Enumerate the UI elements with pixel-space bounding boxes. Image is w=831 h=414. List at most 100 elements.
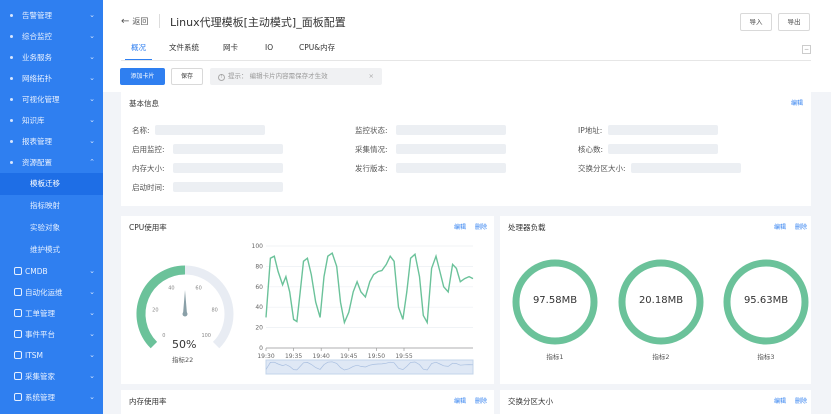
tab-io[interactable]: IO — [265, 38, 273, 58]
gauge-tick-label: 80 — [211, 307, 217, 313]
sidebar-item-11[interactable]: 维护模式 — [0, 239, 103, 261]
tip-text: 提示： 编辑卡片内容需保存才生效 — [228, 72, 328, 80]
field-release-label: 发行版本: — [355, 164, 388, 173]
field-value — [173, 182, 283, 192]
sidebar-item-label: 业务服务 — [22, 53, 52, 62]
page-header: ← 返回 Linux代理模板[主动模式]_面板配置 导入 导出 概况 文件系统 网… — [103, 0, 831, 92]
y-tick-label: 20 — [255, 325, 263, 332]
chevron-down-icon: ⌄ — [89, 309, 95, 317]
swap-size-card: 交换分区大小 编辑 删除 — [500, 390, 811, 414]
bullet-icon — [10, 14, 13, 17]
sidebar-item-label: 事件平台 — [25, 330, 55, 339]
chevron-down-icon: ⌄ — [89, 393, 95, 401]
add-card-button[interactable]: 添加卡片 — [120, 68, 165, 85]
sidebar-item-10[interactable]: 实验对象 — [0, 217, 103, 239]
delete-link[interactable]: 删除 — [795, 396, 807, 405]
sidebar-item-13[interactable]: 自动化运维 ⌄ — [0, 282, 103, 303]
sidebar-item-18[interactable]: 系统管理 ⌄ — [0, 387, 103, 408]
sidebar-item-label: ITSM — [25, 351, 44, 360]
sidebar-item-8[interactable]: 模板迁移 — [0, 173, 103, 195]
chevron-down-icon: ⌄ — [89, 267, 95, 275]
tab-divider — [121, 60, 811, 61]
sidebar-item-7[interactable]: 资源配置 ⌃ — [0, 152, 103, 173]
sidebar-item-1[interactable]: 综合监控 ⌄ — [0, 26, 103, 47]
x-tick-label: 19:40 — [313, 353, 330, 360]
field-value — [155, 125, 265, 135]
gauge-needle — [183, 290, 187, 314]
processor-load-card: 处理器负载 编辑 删除 97.58MB 指标1 20.18MB 指标2 95.6… — [500, 216, 811, 384]
save-button[interactable]: 保存 — [171, 68, 203, 85]
tab-nic[interactable]: 网卡 — [223, 38, 238, 58]
field-value — [396, 144, 506, 154]
sidebar-item-14[interactable]: 工单管理 ⌄ — [0, 303, 103, 324]
edit-link[interactable]: 编辑 — [454, 396, 466, 405]
delete-link[interactable]: 删除 — [475, 222, 487, 231]
close-icon[interactable]: × — [369, 68, 374, 85]
tab-filesystem[interactable]: 文件系统 — [169, 38, 199, 58]
x-tick-label: 19:35 — [285, 353, 302, 360]
back-label: 返回 — [132, 17, 149, 26]
field-monitor-status-label: 监控状态: — [355, 126, 388, 135]
export-button[interactable]: 导出 — [778, 13, 810, 31]
card-title: 交换分区大小 — [508, 397, 553, 406]
edit-link[interactable]: 编辑 — [774, 396, 786, 405]
card-title: 内存使用率 — [129, 397, 167, 406]
sidebar-item-3[interactable]: 网络拓扑 ⌄ — [0, 68, 103, 89]
chevron-down-icon: ⌄ — [89, 53, 95, 61]
field-value — [631, 163, 741, 173]
import-button[interactable]: 导入 — [740, 13, 772, 31]
delete-link[interactable]: 删除 — [475, 396, 487, 405]
ring-value: 20.18MB — [638, 295, 684, 306]
gauge-pivot — [182, 311, 188, 317]
sidebar-item-17[interactable]: 采集管家 ⌄ — [0, 366, 103, 387]
info-icon: ! — [218, 74, 225, 81]
chevron-down-icon: ⌄ — [89, 288, 95, 296]
collapse-icon[interactable]: − — [802, 45, 811, 54]
field-collection-label: 采集情况: — [355, 145, 388, 154]
sidebar-item-16[interactable]: ITSM ⌄ — [0, 345, 103, 366]
tab-cpu-memory[interactable]: CPU&内存 — [299, 38, 335, 58]
back-button[interactable]: ← 返回 — [121, 16, 148, 27]
divider — [159, 14, 160, 28]
cmdb-icon — [14, 267, 22, 275]
x-tick-label: 19:55 — [395, 353, 412, 360]
sidebar-item-9[interactable]: 指标映射 — [0, 195, 103, 217]
gauge-label: 指标22 — [172, 356, 194, 364]
tip-bar: ! 提示： 编辑卡片内容需保存才生效 × — [210, 68, 382, 85]
edit-link[interactable]: 编辑 — [791, 98, 803, 107]
main-content: ← 返回 Linux代理模板[主动模式]_面板配置 导入 导出 概况 文件系统 网… — [103, 0, 831, 414]
gauge-tick-label: 100 — [201, 333, 211, 339]
memory-usage-card: 内存使用率 编辑 删除 — [121, 390, 494, 414]
bullet-icon — [10, 56, 13, 59]
sidebar-item-5[interactable]: 知识库 ⌄ — [0, 110, 103, 131]
collector-icon — [14, 372, 22, 380]
gauge-tick-label: 0 — [162, 333, 165, 339]
sidebar-item-label: 采集管家 — [25, 372, 55, 381]
tab-overview[interactable]: 概况 — [125, 38, 152, 60]
gauge-tick-label: 60 — [195, 285, 201, 291]
sidebar-item-label: 告警管理 — [22, 11, 52, 20]
sidebar-item-15[interactable]: 事件平台 ⌄ — [0, 324, 103, 345]
edit-link[interactable]: 编辑 — [454, 222, 466, 231]
sidebar-item-12[interactable]: CMDB ⌄ — [0, 261, 103, 282]
gauge-value: 50% — [172, 338, 197, 351]
zoom-slider[interactable] — [265, 359, 474, 375]
sidebar-item-0[interactable]: 告警管理 ⌄ — [0, 5, 103, 26]
ticket-icon — [14, 309, 22, 317]
sidebar-item-label: 报表管理 — [22, 137, 52, 146]
chevron-down-icon: ⌄ — [89, 137, 95, 145]
field-value — [608, 144, 718, 154]
page-title: Linux代理模板[主动模式]_面板配置 — [170, 16, 346, 29]
cpu-usage-card: CPU使用率 编辑 删除 0 20 40 60 80 100 50% 指标22 19:30… — [121, 216, 494, 384]
ring-name: 指标2 — [652, 353, 670, 361]
field-swap-label: 交换分区大小: — [578, 164, 626, 173]
sidebar-item-2[interactable]: 业务服务 ⌄ — [0, 47, 103, 68]
y-tick-label: 0 — [259, 345, 263, 352]
chevron-down-icon: ⌄ — [89, 74, 95, 82]
sidebar-item-6[interactable]: 报表管理 ⌄ — [0, 131, 103, 152]
y-tick-label: 40 — [255, 304, 263, 311]
sidebar-item-4[interactable]: 可视化管理 ⌄ — [0, 89, 103, 110]
chevron-down-icon: ⌄ — [89, 372, 95, 380]
automation-icon — [14, 288, 22, 296]
field-boot-time-label: 启动时间: — [132, 183, 165, 192]
